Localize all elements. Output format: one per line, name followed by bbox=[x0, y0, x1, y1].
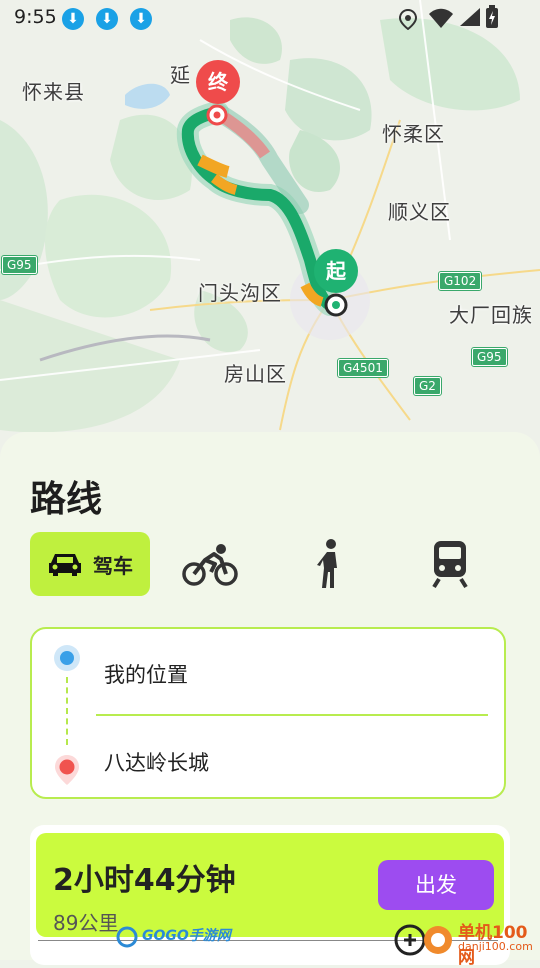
watermark-logo-icon bbox=[116, 926, 138, 948]
start-marker[interactable]: 起 bbox=[314, 249, 358, 293]
start-navigation-button[interactable]: 出发 bbox=[378, 860, 494, 910]
download-icon: ⬇ bbox=[96, 8, 118, 30]
status-bar: 9:55 ⬇ ⬇ ⬇ bbox=[0, 0, 540, 36]
watermark-left: GOGO手游网 bbox=[142, 928, 231, 944]
route-duration: 2小时44分钟 bbox=[53, 863, 236, 898]
map-canvas bbox=[0, 0, 540, 470]
map-label-fangshan: 房山区 bbox=[224, 362, 287, 386]
road-shield-g4501: G4501 bbox=[337, 358, 389, 378]
map-label-mentougou: 门头沟区 bbox=[198, 281, 282, 305]
signal-icon bbox=[460, 8, 480, 26]
address-divider bbox=[96, 714, 488, 716]
wifi-icon bbox=[429, 8, 453, 28]
route-connector bbox=[66, 677, 68, 745]
origin-field[interactable]: 我的位置 bbox=[104, 659, 188, 689]
destination-field[interactable]: 八达岭长城 bbox=[104, 747, 209, 777]
tab-drive-label: 驾车 bbox=[93, 553, 133, 578]
road-shield-g95: G95 bbox=[1, 255, 38, 275]
road-shield-g2: G2 bbox=[413, 376, 442, 396]
route-distance: 89公里 bbox=[53, 911, 119, 935]
map-view[interactable]: 怀来县 延 怀柔区 顺义区 门头沟区 大厂回族 房山区 G95 G102 G95… bbox=[0, 0, 540, 470]
map-label-shunyi: 顺义区 bbox=[388, 200, 451, 224]
watermark-right-sub: danji100.com bbox=[458, 940, 533, 953]
page-title: 路线 bbox=[30, 479, 103, 520]
battery-icon bbox=[486, 5, 498, 28]
location-icon bbox=[398, 8, 418, 30]
tab-drive[interactable]: 驾车 bbox=[30, 532, 150, 596]
start-point-icon bbox=[324, 293, 348, 317]
status-time: 9:55 bbox=[14, 6, 57, 28]
end-point-icon bbox=[206, 104, 228, 126]
tab-bike[interactable] bbox=[180, 532, 240, 596]
map-label-huailai: 怀来县 bbox=[22, 80, 85, 104]
road-shield-g95: G95 bbox=[471, 347, 508, 367]
walking-icon bbox=[317, 539, 337, 588]
download-icon: ⬇ bbox=[62, 8, 84, 30]
tab-walk[interactable] bbox=[300, 532, 360, 596]
tab-transit[interactable] bbox=[420, 532, 480, 596]
download-icon: ⬇ bbox=[130, 8, 152, 30]
bicycle-icon bbox=[182, 544, 238, 586]
map-label-huairou: 怀柔区 bbox=[382, 122, 445, 146]
address-card: 我的位置 八达岭长城 bbox=[30, 627, 506, 799]
car-icon bbox=[49, 554, 81, 576]
map-label-yan: 延 bbox=[170, 63, 191, 87]
train-icon bbox=[432, 541, 468, 589]
road-shield-g102: G102 bbox=[437, 271, 483, 291]
route-sheet: 路线 驾车 我的位置 八达岭长城 2小时44分钟 89公里 出发 bbox=[0, 432, 540, 965]
map-label-dachang: 大厂回族 bbox=[449, 303, 533, 327]
end-marker[interactable]: 终 bbox=[196, 60, 240, 104]
origin-dot-icon bbox=[54, 645, 80, 671]
destination-pin-icon bbox=[55, 755, 79, 785]
watermark-right-logo-icon bbox=[394, 924, 452, 956]
